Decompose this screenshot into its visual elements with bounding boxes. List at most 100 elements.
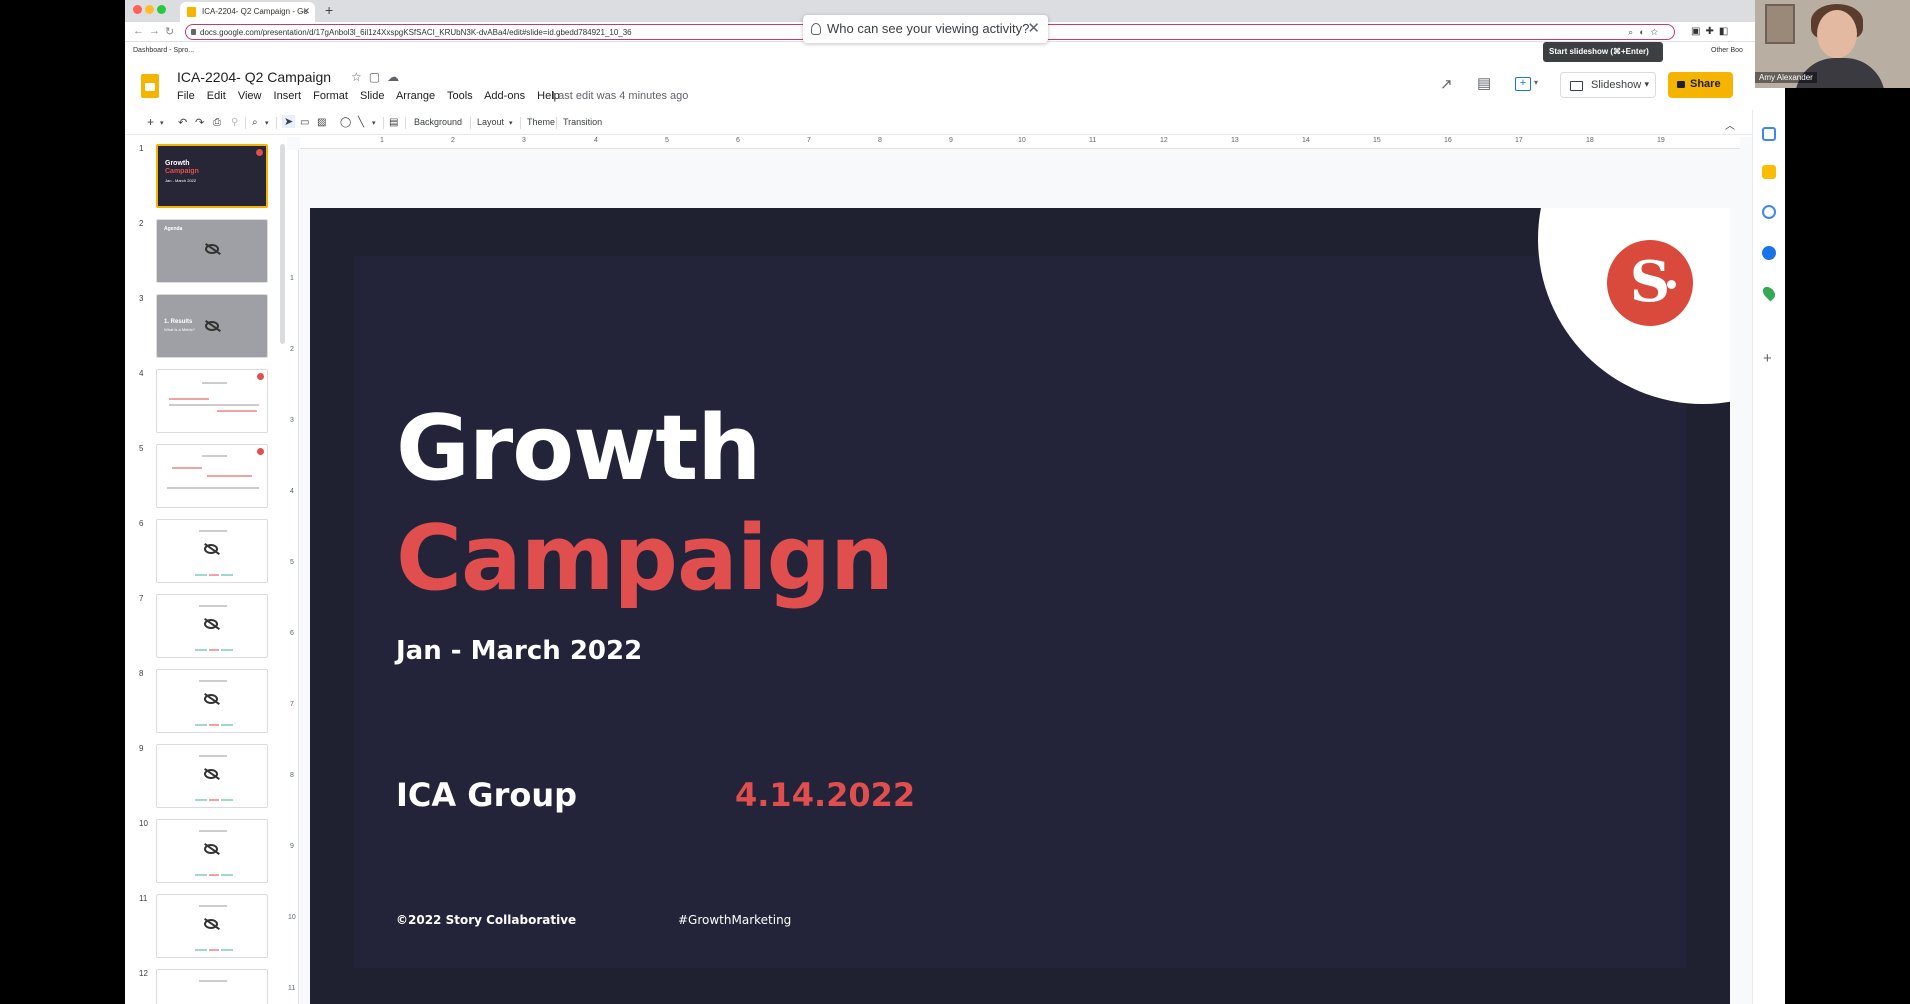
contacts-icon[interactable]: [1762, 246, 1776, 260]
slide-number: 7: [139, 594, 144, 603]
line-icon[interactable]: ╲: [358, 117, 364, 128]
paint-format-icon[interactable]: ⚲: [231, 117, 238, 128]
collapse-toolbar-icon[interactable]: ︿: [1725, 117, 1735, 132]
slideshow-options-icon[interactable]: ▾: [1644, 79, 1649, 90]
comment-icon[interactable]: ▤: [389, 117, 398, 128]
menu-insert[interactable]: Insert: [274, 90, 302, 102]
hidden-slide-icon: [204, 544, 218, 554]
slide-copyright[interactable]: ©2022 Story Collaborative: [396, 913, 576, 927]
extension-icons[interactable]: ▣✚◧: [1691, 26, 1733, 37]
undo-icon[interactable]: ↶: [178, 116, 187, 129]
chevron-down-icon[interactable]: ▾: [160, 119, 164, 127]
slide-thumbnail-7[interactable]: [156, 594, 268, 658]
close-window-dot[interactable]: [133, 5, 142, 14]
filmstrip-scrollbar[interactable]: [280, 144, 285, 344]
meet-present-button[interactable]: + ▾: [1513, 76, 1543, 94]
slide-thumbnail-11[interactable]: [156, 894, 268, 958]
menu-file[interactable]: File: [177, 90, 195, 102]
background-button[interactable]: Background: [414, 117, 462, 127]
activity-trend-icon[interactable]: ↗: [1440, 75, 1453, 93]
thumb-line: [199, 530, 227, 532]
slide-thumbnail-3[interactable]: 1. Results What is a Metric?: [156, 294, 268, 358]
text-box-icon[interactable]: ▭: [300, 117, 309, 128]
browser-tab[interactable]: ICA-2204- Q2 Campaign - Go ✕: [180, 2, 315, 22]
back-icon[interactable]: ←: [133, 25, 144, 37]
slide-thumbnail-8[interactable]: [156, 669, 268, 733]
select-cursor-icon[interactable]: ➤: [282, 115, 296, 128]
maps-icon[interactable]: [1760, 284, 1778, 302]
lock-icon: [1677, 81, 1685, 88]
slide-number: 1: [139, 144, 144, 153]
slide-thumbnail-2[interactable]: Agenda: [156, 219, 268, 283]
menu-edit[interactable]: Edit: [207, 90, 226, 102]
menu-view[interactable]: View: [238, 90, 262, 102]
hidden-slide-icon: [204, 844, 218, 854]
new-slide-icon[interactable]: +: [147, 115, 154, 129]
calendar-icon[interactable]: [1762, 127, 1776, 141]
wall-frame: [1765, 4, 1795, 44]
menu-tools[interactable]: Tools: [447, 90, 473, 102]
thumb-line: [199, 830, 227, 832]
title-icons[interactable]: ☆▢☁: [351, 70, 406, 84]
slide-thumbnail-1[interactable]: Growth Campaign Jan - March 2022: [156, 144, 268, 208]
omnibox-icons[interactable]: ⌕◐☆: [1628, 27, 1664, 38]
privacy-popup[interactable]: Who can see your viewing activity? ✕: [803, 15, 1048, 43]
slide-hashtag[interactable]: #GrowthMarketing: [678, 913, 791, 927]
document-title[interactable]: ICA-2204- Q2 Campaign: [177, 69, 331, 85]
slide-title-line2[interactable]: Campaign: [396, 506, 894, 611]
slide-date[interactable]: 4.14.2022: [735, 776, 915, 814]
slide-number: 5: [139, 444, 144, 453]
menu-format[interactable]: Format: [313, 90, 348, 102]
chevron-down-icon[interactable]: ▾: [265, 119, 269, 127]
slide-subtitle[interactable]: Jan - March 2022: [396, 636, 642, 666]
zoom-window-dot[interactable]: [157, 5, 166, 14]
chevron-down-icon[interactable]: ▾: [509, 119, 513, 127]
tab-close-icon[interactable]: ✕: [302, 6, 310, 17]
share-button[interactable]: Share: [1668, 72, 1733, 98]
redo-icon[interactable]: ↷: [195, 116, 204, 129]
keep-icon[interactable]: [1762, 165, 1776, 179]
menu-slide[interactable]: Slide: [360, 90, 384, 102]
new-tab-icon[interactable]: +: [325, 2, 333, 18]
transition-button[interactable]: Transition: [563, 117, 602, 127]
slide-thumbnail-4[interactable]: [156, 369, 268, 433]
thumb-bar: [209, 724, 219, 726]
ruler-mark: 7: [290, 701, 294, 708]
slideshow-button[interactable]: Slideshow ▾: [1560, 72, 1656, 98]
slide-thumbnail-5[interactable]: [156, 444, 268, 508]
slides-logo-icon[interactable]: [141, 74, 159, 98]
bookmarks-bar: Dashboard - Spro... Other Boo: [125, 43, 1785, 59]
ruler-mark: 8: [878, 137, 882, 144]
shape-icon[interactable]: ◯: [340, 117, 351, 128]
ruler-mark: 18: [1586, 137, 1594, 144]
add-addon-icon[interactable]: +: [1763, 350, 1772, 367]
slide-thumbnail-12[interactable]: [156, 969, 268, 1004]
slide-title-line1[interactable]: Growth: [396, 396, 761, 501]
zoom-icon[interactable]: ⌕: [252, 117, 258, 128]
reload-icon[interactable]: ↻: [165, 25, 174, 38]
bookmark-dashboard[interactable]: Dashboard - Spro...: [133, 47, 194, 54]
image-icon[interactable]: ▨: [317, 117, 326, 128]
bookmark-other[interactable]: Other Boo: [1711, 47, 1743, 54]
toolbar-divider: [383, 117, 384, 129]
tasks-icon[interactable]: [1762, 205, 1776, 219]
slide-thumbnail-10[interactable]: [156, 819, 268, 883]
slide-thumbnail-6[interactable]: [156, 519, 268, 583]
logo-badge-icon: [257, 448, 264, 455]
minimize-window-dot[interactable]: [145, 5, 154, 14]
print-icon[interactable]: ⎙: [213, 117, 221, 128]
theme-button[interactable]: Theme: [527, 117, 555, 127]
slide-thumbnail-9[interactable]: [156, 744, 268, 808]
chevron-down-icon[interactable]: ▾: [372, 119, 376, 127]
slide-organization[interactable]: ICA Group: [396, 776, 577, 814]
layout-button[interactable]: Layout: [477, 117, 504, 127]
comments-icon[interactable]: ▤: [1477, 74, 1491, 92]
close-icon[interactable]: ✕: [1027, 19, 1040, 37]
slides-favicon-icon: [187, 7, 196, 17]
menu-addons[interactable]: Add-ons: [484, 90, 525, 102]
thumb-bar: [209, 949, 219, 951]
forward-icon[interactable]: →: [149, 25, 160, 37]
current-slide[interactable]: S Growth Campaign Jan - March 2022 ICA G…: [310, 208, 1730, 1004]
last-edit-link[interactable]: Last edit was 4 minutes ago: [552, 90, 688, 102]
menu-arrange[interactable]: Arrange: [396, 90, 435, 102]
